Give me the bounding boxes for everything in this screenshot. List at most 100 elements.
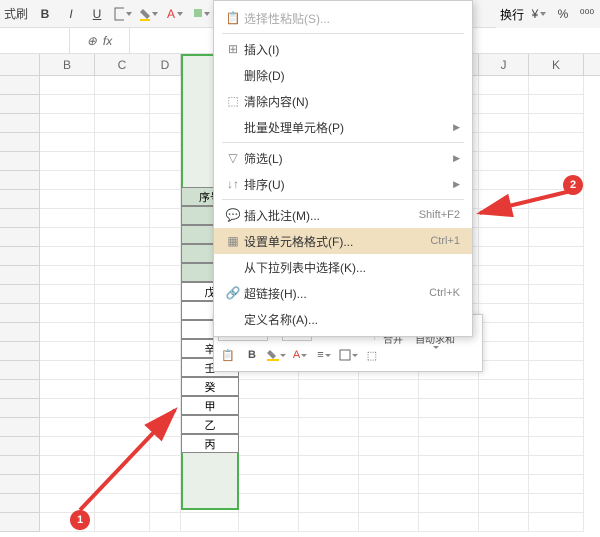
cell[interactable]: [95, 171, 150, 190]
cell[interactable]: [359, 456, 419, 475]
cell[interactable]: [239, 437, 299, 456]
cell[interactable]: [299, 380, 359, 399]
row-header[interactable]: [0, 323, 40, 342]
cell[interactable]: [40, 76, 95, 95]
cell[interactable]: [359, 513, 419, 532]
cell[interactable]: [40, 190, 95, 209]
menu-delete[interactable]: 删除(D): [214, 62, 472, 88]
menu-hyperlink[interactable]: 🔗 超链接(H)... Ctrl+K: [214, 280, 472, 306]
cell[interactable]: [299, 456, 359, 475]
row-header[interactable]: [0, 95, 40, 114]
cell[interactable]: [359, 475, 419, 494]
underline-button[interactable]: U: [88, 5, 106, 23]
cell[interactable]: [95, 304, 150, 323]
cell[interactable]: [299, 475, 359, 494]
cell[interactable]: [479, 266, 529, 285]
cell[interactable]: [95, 266, 150, 285]
cell[interactable]: [419, 494, 479, 513]
cell[interactable]: [95, 133, 150, 152]
col-header-c[interactable]: C: [95, 54, 150, 75]
cell[interactable]: [239, 513, 299, 532]
menu-insert[interactable]: ⊞ 插入(I): [214, 36, 472, 62]
cell[interactable]: [479, 475, 529, 494]
cell[interactable]: [479, 285, 529, 304]
cell[interactable]: [150, 304, 181, 323]
cell[interactable]: [359, 494, 419, 513]
comma-button[interactable]: ⁰⁰⁰: [578, 5, 596, 23]
cell[interactable]: [40, 209, 95, 228]
cell[interactable]: [150, 361, 181, 380]
row-header[interactable]: [0, 437, 40, 456]
cell[interactable]: [150, 247, 181, 266]
cell[interactable]: [95, 114, 150, 133]
row-header[interactable]: [0, 171, 40, 190]
cell[interactable]: [419, 456, 479, 475]
font-color-dropdown[interactable]: A: [166, 5, 184, 23]
cell[interactable]: [150, 323, 181, 342]
cell[interactable]: [479, 494, 529, 513]
cell[interactable]: [40, 304, 95, 323]
row-header[interactable]: [0, 342, 40, 361]
cell[interactable]: [40, 228, 95, 247]
cell[interactable]: [40, 266, 95, 285]
cell[interactable]: [479, 380, 529, 399]
cell[interactable]: [239, 456, 299, 475]
cell[interactable]: [95, 285, 150, 304]
cell[interactable]: [529, 285, 584, 304]
row-header[interactable]: [0, 304, 40, 323]
cell[interactable]: [529, 418, 584, 437]
row-header[interactable]: [0, 399, 40, 418]
cell[interactable]: [40, 171, 95, 190]
cell[interactable]: [479, 513, 529, 532]
cell[interactable]: [150, 133, 181, 152]
row-header[interactable]: [0, 513, 40, 532]
cell[interactable]: [150, 95, 181, 114]
cell[interactable]: [95, 342, 150, 361]
cell[interactable]: [150, 114, 181, 133]
cell[interactable]: [529, 513, 584, 532]
mini-bold[interactable]: B: [242, 345, 262, 365]
cell[interactable]: [40, 247, 95, 266]
cell[interactable]: [479, 114, 529, 133]
col-header-j[interactable]: J: [479, 54, 529, 75]
cell[interactable]: [95, 152, 150, 171]
cell[interactable]: [479, 152, 529, 171]
row-header[interactable]: [0, 380, 40, 399]
menu-define-name[interactable]: 定义名称(A)...: [214, 306, 472, 332]
cell[interactable]: [150, 76, 181, 95]
col-header-k[interactable]: K: [529, 54, 584, 75]
cell[interactable]: [479, 76, 529, 95]
cell[interactable]: [239, 399, 299, 418]
cell[interactable]: [95, 76, 150, 95]
currency-dropdown[interactable]: ¥: [530, 5, 548, 23]
cell[interactable]: [419, 513, 479, 532]
cell[interactable]: [529, 304, 584, 323]
cell[interactable]: [239, 418, 299, 437]
row-header[interactable]: [0, 247, 40, 266]
cell[interactable]: [95, 228, 150, 247]
menu-paste-special[interactable]: 📋 选择性粘贴(S)...: [214, 5, 472, 31]
mini-align[interactable]: ≡: [314, 345, 334, 365]
cell[interactable]: [40, 133, 95, 152]
cell[interactable]: [239, 494, 299, 513]
mini-font-color[interactable]: A: [290, 345, 310, 365]
cell[interactable]: [529, 380, 584, 399]
cell[interactable]: [479, 323, 529, 342]
cell[interactable]: [150, 342, 181, 361]
border-dropdown[interactable]: [114, 5, 132, 23]
cell[interactable]: [239, 380, 299, 399]
cell[interactable]: [40, 361, 95, 380]
row-header[interactable]: [0, 266, 40, 285]
cell[interactable]: [299, 494, 359, 513]
row-header[interactable]: [0, 133, 40, 152]
row-header[interactable]: [0, 209, 40, 228]
italic-button[interactable]: I: [62, 5, 80, 23]
cell[interactable]: [40, 114, 95, 133]
cell[interactable]: [479, 247, 529, 266]
cell[interactable]: [529, 323, 584, 342]
row-header[interactable]: [0, 475, 40, 494]
cell[interactable]: [181, 380, 239, 399]
row-header[interactable]: [0, 285, 40, 304]
col-header-b[interactable]: B: [40, 54, 95, 75]
cell[interactable]: [299, 418, 359, 437]
